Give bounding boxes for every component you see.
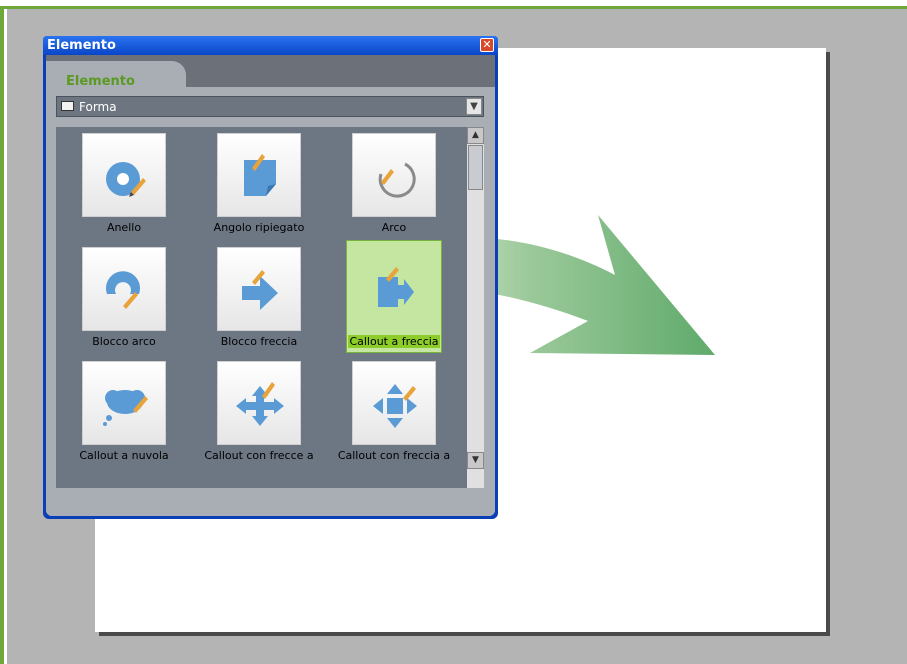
block-arc-icon xyxy=(106,271,140,309)
gallery-item-callout-con-freccia-a[interactable]: Callout con freccia a xyxy=(328,359,450,471)
gallery-item-blocco-arco[interactable]: Blocco arco xyxy=(58,245,168,357)
gallery-item-blocco-freccia[interactable]: Blocco freccia xyxy=(193,245,303,357)
gallery-item-label: Callout a freccia xyxy=(348,335,440,348)
gallery-item-label: Callout con freccia a xyxy=(337,449,451,462)
gallery-item-callout-con-frecce-a[interactable]: Callout con frecce a xyxy=(193,359,314,471)
chevron-down-icon[interactable]: ▼ xyxy=(466,98,482,115)
quad-arrow-callout-icon xyxy=(236,382,284,426)
close-button[interactable]: ✕ xyxy=(480,38,494,52)
gallery-item-arco[interactable]: Arco xyxy=(328,131,438,243)
element-dialog: Elemento ✕ Elemento Forma ▼ Anello Angol… xyxy=(43,36,498,519)
ring-shape-icon xyxy=(106,162,146,197)
dialog-titlebar[interactable]: Elemento ✕ xyxy=(43,36,498,55)
element-gallery: Anello Angolo ripiegato Arco Blocco arco… xyxy=(56,127,467,488)
gallery-item-label: Arco xyxy=(381,221,407,234)
scroll-thumb[interactable] xyxy=(468,145,483,190)
cross-arrow-callout-icon xyxy=(373,384,417,428)
scroll-down-button[interactable]: ▼ xyxy=(467,452,484,469)
window-frame-accent-top xyxy=(0,6,907,9)
gallery-item-label: Angolo ripiegato xyxy=(213,221,305,234)
gallery-item-angolo-ripiegato[interactable]: Angolo ripiegato xyxy=(193,131,304,243)
folder-icon xyxy=(61,101,74,111)
cloud-callout-icon xyxy=(103,390,148,426)
arrow-callout-icon xyxy=(378,267,414,307)
arc-icon xyxy=(378,162,416,198)
tab-elemento[interactable]: Elemento xyxy=(46,61,186,89)
tab-label: Elemento xyxy=(66,74,135,89)
tab-strip: Elemento xyxy=(46,55,495,89)
dialog-title: Elemento xyxy=(47,38,116,53)
dialog-body: Elemento Forma ▼ Anello Angolo ripiegato… xyxy=(46,55,495,516)
gallery-scrollbar[interactable]: ▲ ▼ xyxy=(467,127,484,488)
block-arrow-icon xyxy=(242,270,278,310)
gallery-item-label: Blocco freccia xyxy=(220,335,298,348)
category-dropdown-value: Forma xyxy=(79,100,117,114)
gallery-item-label: Blocco arco xyxy=(92,335,156,348)
gallery-item-label: Anello xyxy=(106,221,142,234)
scroll-up-button[interactable]: ▲ xyxy=(467,127,484,144)
gallery-item-anello[interactable]: Anello xyxy=(58,131,168,243)
gallery-item-callout-a-nuvola[interactable]: Callout a nuvola xyxy=(58,359,169,471)
gallery-item-label: Callout con frecce a xyxy=(204,449,314,462)
gallery-item-label: Callout a nuvola xyxy=(79,449,169,462)
close-icon: ✕ xyxy=(482,38,492,51)
dialog-footer xyxy=(46,492,495,516)
gallery-item-callout-a-freccia[interactable]: Callout a freccia xyxy=(328,240,442,357)
window-frame-left xyxy=(4,9,7,664)
folded-corner-icon xyxy=(244,154,276,196)
category-dropdown[interactable]: Forma ▼ xyxy=(56,96,484,117)
